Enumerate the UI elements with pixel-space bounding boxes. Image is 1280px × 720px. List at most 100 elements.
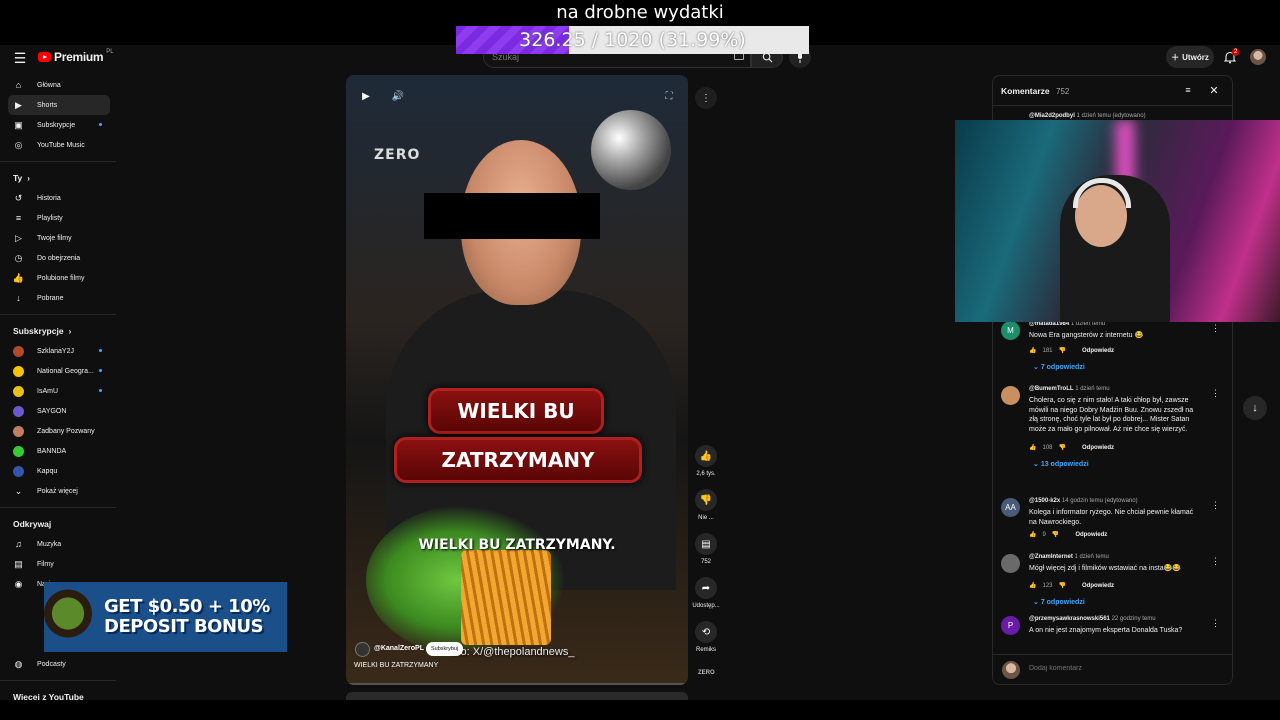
- sidebar-item-podcasts[interactable]: ◍ Podcasty: [0, 654, 110, 674]
- sidebar-item-history[interactable]: ↺ Historia: [0, 188, 110, 208]
- sidebar-item-music[interactable]: ◎ YouTube Music: [0, 135, 110, 155]
- comment-author[interactable]: @przemysawkrasnowski561: [1029, 616, 1110, 622]
- commenter-avatar[interactable]: [1001, 554, 1020, 573]
- you-section-heading[interactable]: Ty ›: [0, 168, 118, 188]
- account-avatar[interactable]: [1250, 49, 1266, 65]
- sidebar-item-subscriptions[interactable]: ▣ Subskrypcje: [0, 115, 110, 135]
- thumbs-down-icon[interactable]: 👎: [1052, 531, 1059, 538]
- shorts-video-player[interactable]: ZERO WIELKI BU ZATRZYMANY WIELKI BU ZATR…: [346, 75, 688, 685]
- sidebar-item-home[interactable]: ⌂ Główna: [0, 75, 110, 95]
- next-short-preview[interactable]: [346, 692, 688, 700]
- create-button[interactable]: ＋ Utwórz: [1166, 46, 1214, 68]
- commenter-avatar[interactable]: M: [1001, 321, 1020, 340]
- comment-more-icon[interactable]: ⋮: [1211, 388, 1220, 399]
- subscribe-button[interactable]: Subskrybuj: [426, 642, 464, 656]
- play-icon[interactable]: ▶: [359, 89, 373, 103]
- sidebar-item-label: Muzyka: [37, 540, 62, 548]
- channel-avatar: [13, 345, 24, 357]
- sidebar-item-shorts[interactable]: ▶ Shorts: [8, 95, 110, 115]
- live-icon: ◉: [14, 578, 23, 589]
- chevron-down-icon: ⌄: [1033, 364, 1041, 371]
- reply-button[interactable]: Odpowiedz: [1082, 348, 1114, 354]
- thumbs-down-icon[interactable]: 👎: [1059, 582, 1066, 589]
- comment-more-icon[interactable]: ⋮: [1211, 323, 1220, 334]
- reply-button[interactable]: Odpowiedz: [1075, 532, 1107, 538]
- thumbs-up-icon[interactable]: 👍: [1029, 582, 1036, 589]
- sidebar-item-watch-later[interactable]: ◷ Do obejrzenia: [0, 248, 110, 268]
- sidebar-item-subscription[interactable]: IsAmU: [0, 381, 110, 401]
- video-title[interactable]: WIELKI BU ZATRZYMANY: [354, 662, 438, 669]
- channel-avatar[interactable]: [355, 642, 370, 657]
- add-comment-input[interactable]: [1029, 665, 1219, 672]
- sidebar-item-subscription[interactable]: SzklanaY2J: [0, 341, 110, 361]
- commenter-avatar[interactable]: P: [1001, 616, 1020, 635]
- comments-title: Komentarze: [1001, 86, 1050, 96]
- thumbs-up-icon[interactable]: 👍: [1029, 531, 1036, 538]
- sidebar-item-subscription[interactable]: Zadbany Pozwany: [0, 421, 110, 441]
- section-heading-text: Ty: [13, 173, 23, 183]
- sidebar-item-label: Historia: [37, 194, 61, 202]
- remix-button[interactable]: ⟲ Remiks: [690, 621, 722, 653]
- reply-button[interactable]: Odpowiedz: [1082, 445, 1114, 451]
- sidebar-item-label: Zadbany Pozwany: [37, 427, 95, 435]
- comment-more-icon[interactable]: ⋮: [1211, 556, 1220, 567]
- sidebar-item-liked[interactable]: 👍 Polubione filmy: [0, 268, 110, 288]
- sidebar-item-subscription[interactable]: National Geogra...: [0, 361, 110, 381]
- liked-icon: 👍: [12, 272, 25, 283]
- sidebar-item-label: SzklanaY2J: [37, 347, 74, 355]
- sidebar-item-films[interactable]: ▤ Filmy: [0, 554, 110, 574]
- thumbs-down-icon[interactable]: 👎: [1059, 444, 1066, 451]
- comments-button[interactable]: ▤ 752: [690, 533, 722, 565]
- commenter-avatar[interactable]: AA: [1001, 498, 1020, 517]
- comment-author[interactable]: @BumemTroLL: [1029, 386, 1074, 392]
- view-replies-button[interactable]: ⌄ 7 odpowiedzi: [1033, 598, 1085, 606]
- youtube-logo[interactable]: Premium PL: [38, 49, 114, 64]
- comment-text: A on nie jest znajomym eksperta Donalda …: [1029, 627, 1183, 634]
- censor-bar: [424, 193, 600, 239]
- comment-more-icon[interactable]: ⋮: [1211, 500, 1220, 511]
- volume-icon[interactable]: 🔊: [391, 89, 405, 103]
- replies-count: 7 odpowiedzi: [1040, 364, 1085, 371]
- arrow-down-icon[interactable]: ↓: [1243, 396, 1267, 420]
- sidebar-item-subscription[interactable]: SAYGON: [0, 401, 110, 421]
- comment-more-icon[interactable]: ⋮: [1211, 618, 1220, 629]
- close-icon[interactable]: ✕: [1208, 84, 1220, 97]
- view-replies-button[interactable]: ⌄ 13 odpowiedzi: [1033, 460, 1089, 468]
- thumbs-up-icon[interactable]: 👍: [1029, 444, 1036, 451]
- user-avatar: [1002, 661, 1020, 679]
- like-button[interactable]: 👍 2,6 tys.: [690, 445, 722, 477]
- comment-actions: 👍 108 👎 Odpowiedz: [1029, 444, 1114, 452]
- sort-icon[interactable]: ≡: [1182, 84, 1194, 96]
- comment-meta: @przemysawkrasnowski561 22 godziny temu: [1029, 616, 1156, 622]
- sidebar-item-subscription[interactable]: BANNDA: [0, 441, 110, 461]
- more-from-youtube-heading: Więcej z YouTube: [0, 687, 118, 700]
- comment-author[interactable]: @ZnamInternet: [1029, 554, 1073, 560]
- sidebar-item-playlists[interactable]: ≡ Playlisty: [0, 208, 110, 228]
- sidebar-item-your-videos[interactable]: ▷ Twoje filmy: [0, 228, 110, 248]
- sidebar-item-downloads[interactable]: ↓ Pobrane: [0, 288, 110, 308]
- subscriptions-section-heading[interactable]: Subskrypcje ›: [0, 321, 118, 341]
- comment-author[interactable]: @1500-k2x: [1029, 498, 1060, 504]
- comment-time: 1 dzień temu (edytowano): [1076, 113, 1146, 119]
- video-progress-bar[interactable]: [346, 683, 688, 685]
- more-options-icon[interactable]: ⋮: [695, 87, 717, 109]
- thumbs-down-icon[interactable]: 👎: [1059, 347, 1066, 354]
- disco-ball: [591, 110, 671, 190]
- dislike-button[interactable]: 👎 Nie ...: [690, 489, 722, 521]
- shorts-icon: ▶: [15, 99, 22, 110]
- share-button[interactable]: ➦ Udostęp...: [690, 577, 722, 609]
- commenter-avatar[interactable]: [1001, 386, 1020, 405]
- casino-ad-overlay[interactable]: GET $0.50 + 10% DEPOSIT BONUS: [44, 582, 287, 652]
- reply-button[interactable]: Odpowiedz: [1082, 583, 1114, 589]
- comment-author[interactable]: @Mia2d2podbyl: [1029, 113, 1075, 119]
- show-more-button[interactable]: ⌄ Pokaż więcej: [0, 481, 110, 501]
- sidebar-item-subscription[interactable]: Kapqu: [0, 461, 110, 481]
- sidebar-item-music-explore[interactable]: ♫ Muzyka: [0, 534, 110, 554]
- chevron-down-icon: ⌄: [14, 485, 23, 496]
- channel-mini-logo[interactable]: ZERO: [698, 670, 715, 676]
- menu-icon[interactable]: ☰: [12, 50, 28, 66]
- channel-handle[interactable]: @KanalZeroPL: [374, 645, 424, 652]
- fullscreen-icon[interactable]: ⛶: [662, 89, 676, 103]
- view-replies-button[interactable]: ⌄ 7 odpowiedzi: [1033, 363, 1085, 371]
- thumbs-up-icon[interactable]: 👍: [1029, 347, 1036, 354]
